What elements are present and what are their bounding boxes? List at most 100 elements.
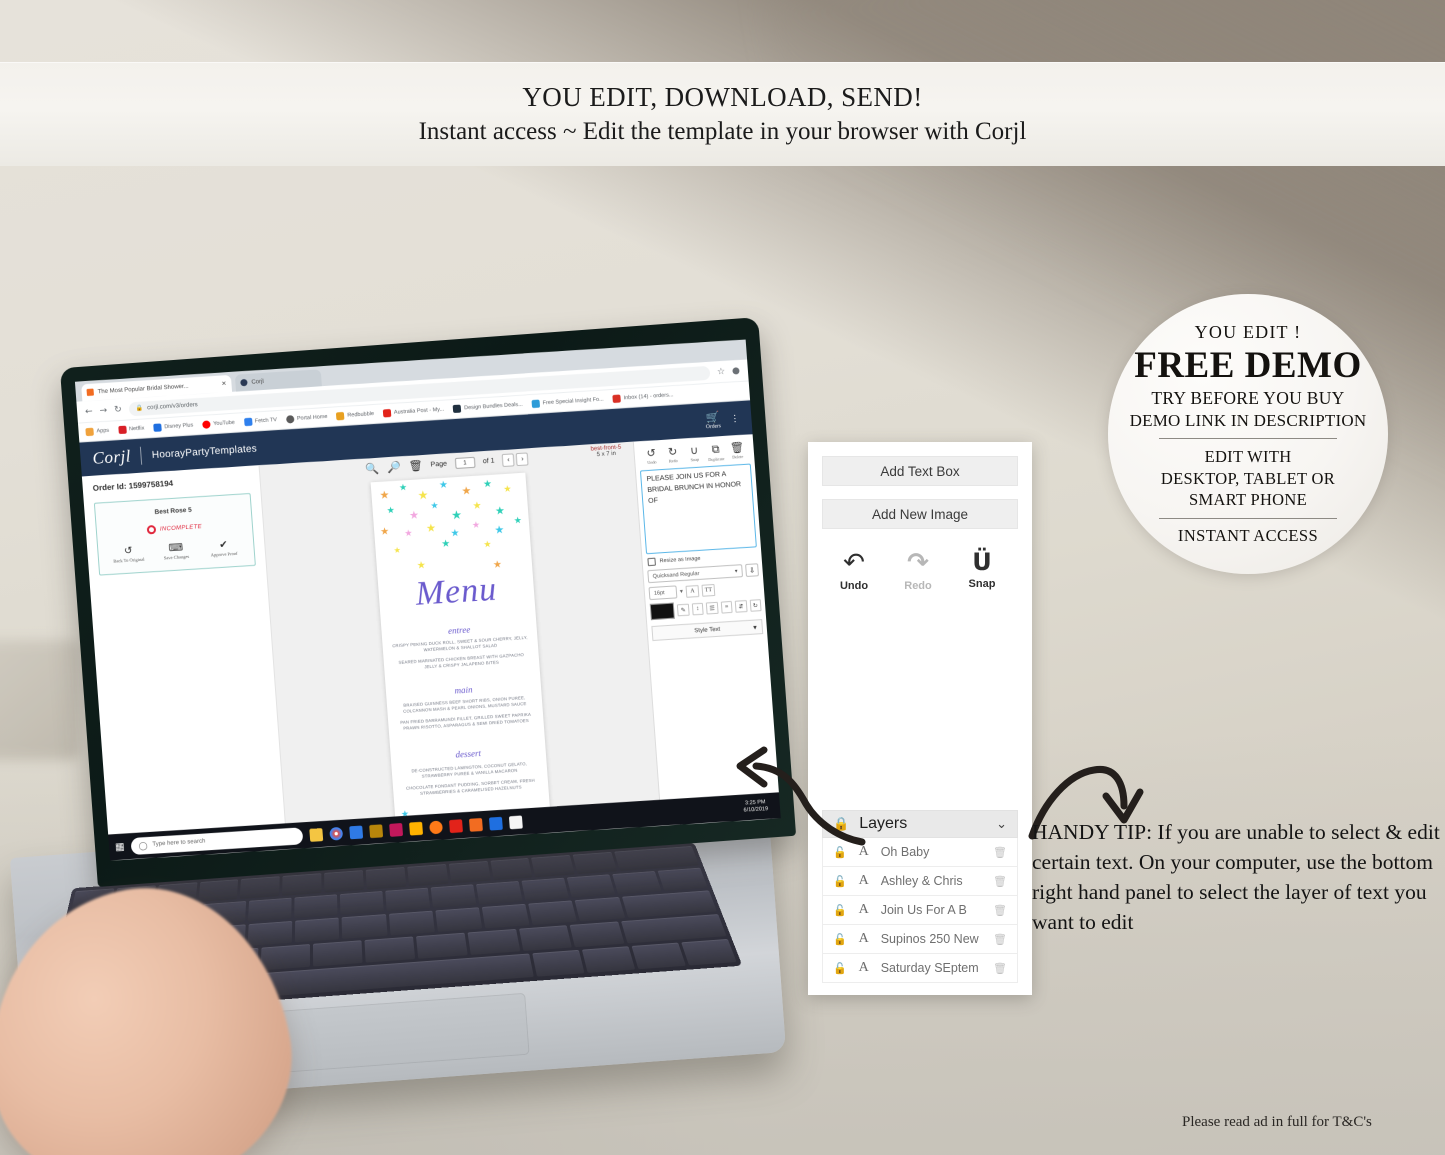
taskbar-app-icon[interactable] [309, 827, 324, 842]
delete-button[interactable]: 🗑 Delete [726, 441, 748, 461]
vertical-align-icon[interactable]: ⇵ [734, 600, 748, 613]
badge-sub1: TRY BEFORE YOU BUY [1151, 388, 1345, 409]
reload-icon[interactable]: ↻ [114, 404, 122, 414]
unlock-icon[interactable]: 🔓 [668, 831, 675, 837]
corjl-logo[interactable]: Corjl [92, 446, 132, 468]
profile-avatar-icon[interactable]: ● [732, 365, 741, 375]
approve-proof-button[interactable]: ✔ Approve Proof [207, 539, 240, 559]
zoom-in-icon[interactable]: 🔍 [365, 462, 380, 476]
taskbar-search[interactable]: ◯ Type here to search [130, 826, 304, 855]
star-decor-icon: ★ [416, 560, 427, 572]
orders-sidebar: Order Id: 1599758194 Best Rose 5 INCOMPL… [81, 465, 290, 861]
corjl-tools-panel: Add Text Box Add New Image ↶ Undo ↷ Redo… [808, 442, 1032, 995]
bookmark-item[interactable]: Australia Post - My... [382, 406, 445, 418]
headline-banner: YOU EDIT, DOWNLOAD, SEND! Instant access… [0, 62, 1445, 166]
undo-button[interactable]: ↺ Undo [640, 446, 662, 466]
rotate-icon[interactable]: ↻ [749, 599, 762, 612]
badge-edit-with: EDIT WITH [1204, 447, 1292, 467]
trash-icon[interactable]: 🗑 [993, 875, 1007, 888]
text-editor-textarea[interactable]: PLEASE JOIN US FOR A BRIDAL BRUNCH IN HO… [639, 463, 757, 555]
zoom-out-icon[interactable]: 🔎 [387, 460, 402, 474]
eyedropper-icon[interactable]: ✎ [677, 603, 690, 617]
order-template-name: Best Rose 5 [154, 506, 193, 516]
bookmark-item[interactable]: Netflix [117, 424, 145, 435]
unlock-icon[interactable]: 🔓 [833, 962, 847, 975]
align-icon[interactable]: ☰ [706, 601, 719, 615]
trash-icon[interactable]: 🗑 [993, 846, 1007, 859]
unlock-icon[interactable]: 🔓 [833, 904, 847, 917]
bold-button[interactable]: A [685, 584, 700, 598]
bookmark-item[interactable]: YouTube [202, 419, 235, 429]
bookmark-item[interactable]: Free Special Insight Fo... [531, 396, 604, 409]
taskbar-app-icon[interactable] [489, 816, 504, 831]
forward-arrow-icon[interactable]: → [99, 405, 107, 415]
search-placeholder: Type here to search [152, 838, 206, 848]
layer-row[interactable]: 🔓 A Ashley & Chris 🗑 [822, 867, 1018, 896]
chevron-down-icon[interactable]: ⌄ [996, 817, 1007, 832]
layer-row[interactable]: 🔓 A Supinos 250 New 🗑 [822, 925, 1018, 954]
chevron-down-icon[interactable]: ▾ [680, 588, 683, 595]
kebab-menu-icon[interactable]: ⋮ [730, 413, 740, 425]
bookmark-favicon-icon [336, 411, 345, 421]
cortana-circle-icon: ◯ [138, 840, 148, 851]
windows-start-icon[interactable]: ▦ [115, 841, 125, 853]
trash-icon[interactable]: 🗑 [408, 459, 423, 473]
layer-row[interactable]: 🔓 A Saturday SEptem 🗑 [822, 954, 1018, 983]
bookmark-label: Netflix [128, 425, 145, 433]
unlock-icon[interactable]: 🔓 [833, 875, 847, 888]
trash-icon[interactable]: 🗑 [993, 962, 1007, 975]
font-family-select[interactable]: Quicksand Regular ▾ [647, 564, 744, 584]
save-changes-button[interactable]: ⌨ Save Changes [159, 542, 192, 562]
layer-row[interactable]: 🔓 A Join Us For A B 🗑 [822, 896, 1018, 925]
bookmark-star-icon[interactable]: ☆ [717, 366, 726, 376]
add-text-box-button[interactable]: Add Text Box [822, 456, 1018, 486]
page-number-input[interactable]: 1 [454, 456, 476, 470]
text-color-swatch[interactable] [649, 602, 676, 621]
undo-button[interactable]: ↶ Undo [832, 550, 876, 592]
taskbar-app-icon[interactable] [409, 821, 424, 836]
back-arrow-icon[interactable]: ← [85, 406, 93, 416]
prev-page-icon[interactable]: ‹ [502, 453, 516, 468]
line-height-icon[interactable]: ↕ [691, 602, 704, 616]
order-card[interactable]: Best Rose 5 INCOMPLETE ↺ Back To Origina… [93, 492, 256, 576]
close-icon[interactable]: ✕ [221, 380, 226, 387]
font-size-select[interactable]: 16pt [648, 585, 678, 601]
bookmark-item[interactable]: Apps [85, 427, 109, 437]
bookmark-item[interactable]: Redbubble [336, 410, 374, 421]
duplicate-button[interactable]: ⧉ Duplicate [705, 442, 727, 462]
bookmark-item[interactable]: Portal Home [285, 413, 328, 424]
taskbar-app-icon[interactable] [369, 823, 384, 838]
taskbar-app-icon[interactable] [329, 826, 344, 841]
unlock-icon[interactable]: 🔓 [833, 933, 847, 946]
taskbar-app-icon[interactable] [429, 820, 444, 834]
text-transform-button[interactable]: TT [701, 583, 716, 597]
template-section-items: BRAISED GUINNESS BEEF SHORT RIBS, ONION … [395, 695, 536, 733]
style-text-accordion[interactable]: Style Text ▾ [651, 619, 764, 641]
orders-button[interactable]: 🛒 Orders [705, 410, 721, 430]
bookmark-item[interactable]: Design Bundles Deals... [452, 401, 523, 414]
bookmark-item[interactable]: Disney Plus [153, 421, 194, 432]
list-icon[interactable]: ≡ [720, 600, 733, 614]
bookmark-label: YouTube [213, 419, 236, 428]
taskbar-app-icon[interactable] [509, 814, 524, 829]
undo-label: Undo [839, 580, 869, 592]
trash-icon[interactable]: 🗑 [993, 933, 1007, 946]
back-to-original-button[interactable]: ↺ Back To Original [112, 545, 145, 565]
next-page-icon[interactable]: › [516, 452, 529, 467]
taskbar-app-icon[interactable] [449, 818, 464, 833]
font-upload-button[interactable]: ⇩ [745, 563, 759, 577]
template-preview[interactable]: ★ ★ ★ ★ ★ ★ ★ ★ ★ ★ ★ ★ ★ ★ ★ ★ ★ ★ ★ ★ … [370, 472, 552, 842]
redo-button[interactable]: ↻ Redo [662, 445, 684, 465]
bookmark-item[interactable]: Inbox (14) - orders... [612, 391, 674, 404]
panel-inner: Add Text Box Add New Image ↶ Undo ↷ Redo… [808, 442, 1032, 983]
snap-button[interactable]: Ü Snap [960, 550, 1004, 592]
add-new-image-button[interactable]: Add New Image [822, 499, 1018, 529]
redo-button[interactable]: ↷ Redo [896, 550, 940, 592]
snap-button[interactable]: ∪ Snap [683, 443, 705, 463]
taskbar-app-icon[interactable] [349, 825, 364, 839]
taskbar-app-icon[interactable] [469, 817, 484, 832]
taskbar-app-icon[interactable] [389, 822, 404, 837]
bookmark-item[interactable]: Fetch TV [243, 416, 278, 427]
checkbox-icon[interactable] [647, 557, 656, 567]
trash-icon[interactable]: 🗑 [993, 904, 1007, 917]
